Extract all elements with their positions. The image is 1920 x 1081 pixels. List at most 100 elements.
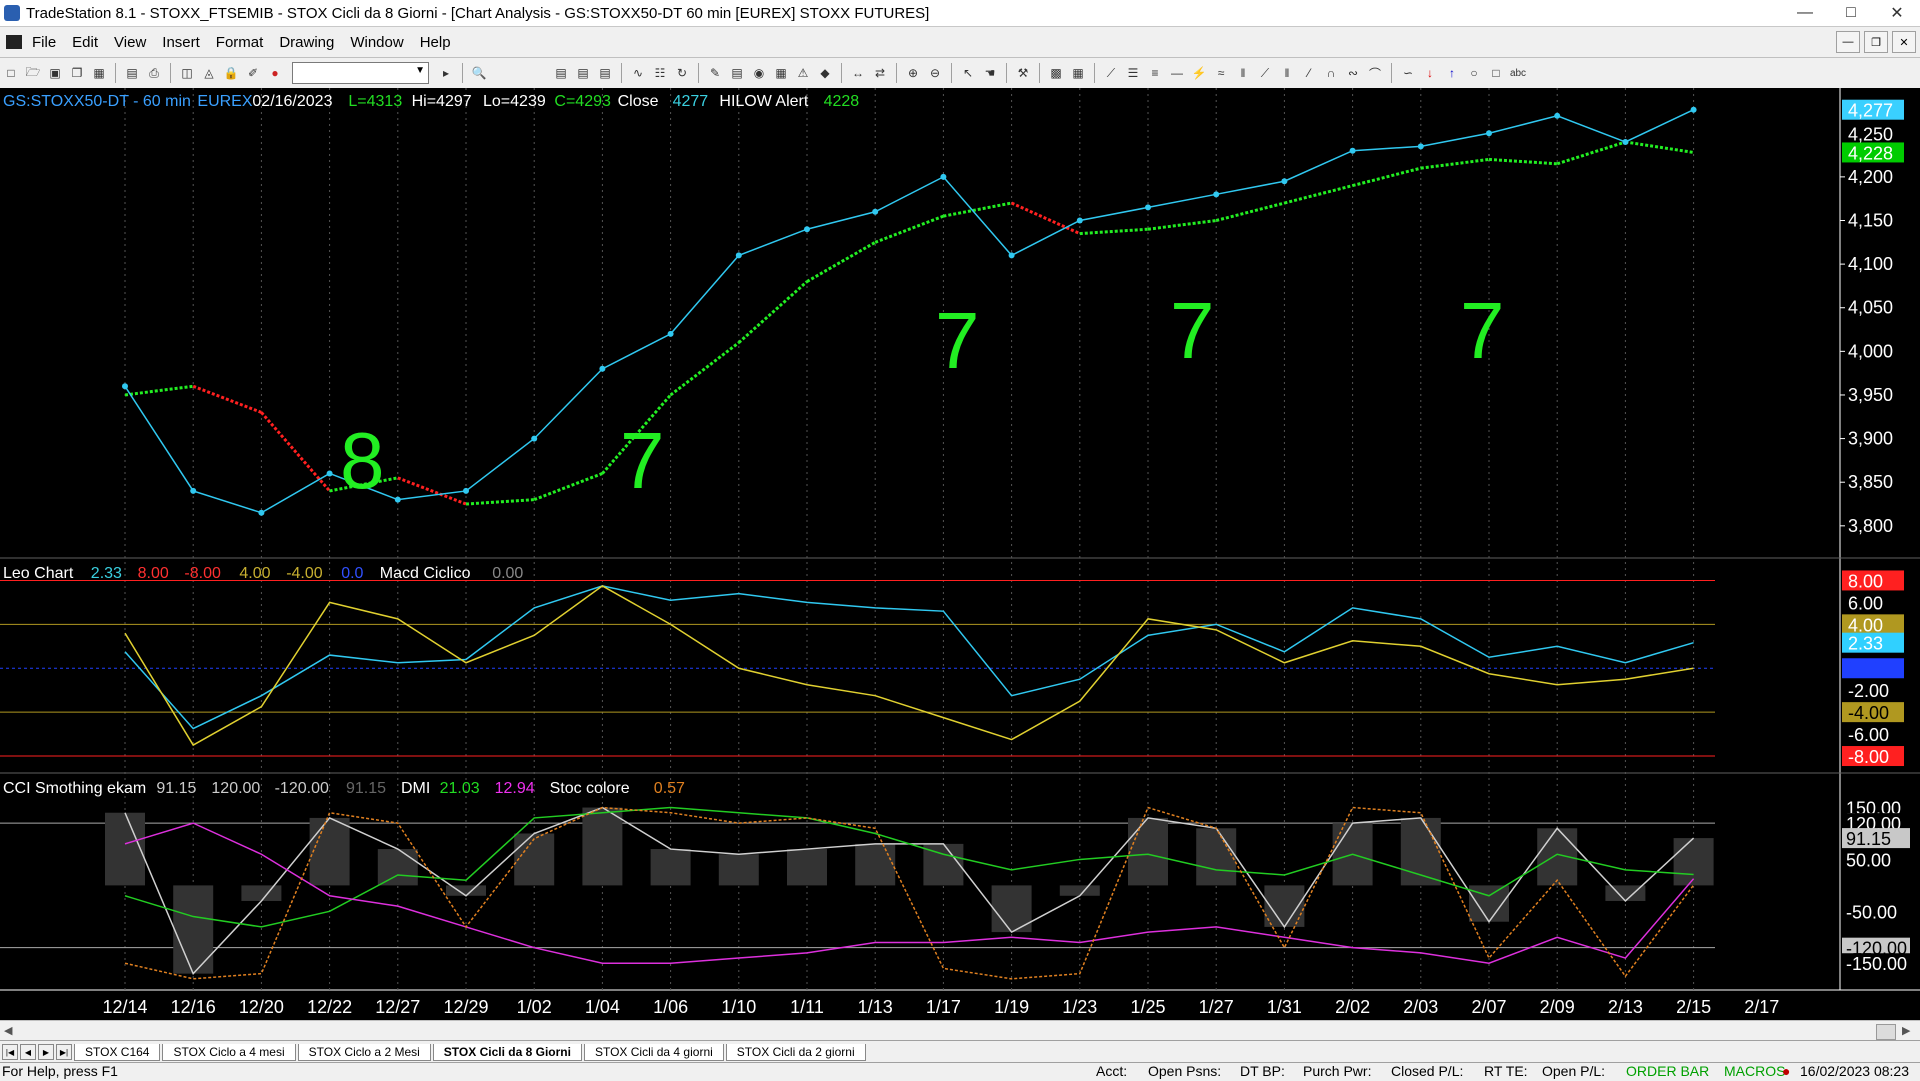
- workspace-icon[interactable]: ▩: [1047, 64, 1065, 82]
- tab-stox-ciclo-2-mesi[interactable]: STOX Ciclo a 2 Mesi: [297, 1043, 431, 1061]
- symbol-combo[interactable]: [292, 62, 429, 84]
- ellipse-icon[interactable]: ○: [1465, 64, 1483, 82]
- tab-stox-c164[interactable]: STOX C164: [74, 1043, 161, 1061]
- price-close-point: [326, 470, 333, 477]
- pointer-icon[interactable]: ↖: [959, 64, 977, 82]
- toolbar-separator: [170, 63, 171, 83]
- horizontal-line-icon[interactable]: —: [1168, 64, 1186, 82]
- menu-insert[interactable]: Insert: [154, 34, 208, 51]
- save-icon[interactable]: ▦: [90, 64, 108, 82]
- status-order-bar[interactable]: ORDER BAR: [1626, 1063, 1709, 1079]
- mdi-restore-button[interactable]: ❐: [1864, 31, 1888, 53]
- regression-icon[interactable]: ≈: [1212, 64, 1230, 82]
- text-icon[interactable]: abc: [1509, 64, 1527, 82]
- chart-style-bar-icon[interactable]: ▤: [552, 64, 570, 82]
- mdi-minimize-button[interactable]: —: [1836, 31, 1860, 53]
- maximize-button[interactable]: □: [1828, 0, 1874, 26]
- tab-prev-icon[interactable]: ◀: [20, 1044, 36, 1060]
- tab-last-icon[interactable]: ▶|: [56, 1044, 72, 1060]
- window-tile-icon[interactable]: ◫: [178, 64, 196, 82]
- chart-area[interactable]: 4,200 4,150 4,100 4,050 4,000 3,950 3,900 3,850…: [0, 88, 1920, 1020]
- strategy-icon[interactable]: ☷: [651, 64, 669, 82]
- menu-file[interactable]: File: [24, 34, 64, 51]
- cycle-lines-icon[interactable]: ∩: [1322, 64, 1340, 82]
- copy-icon[interactable]: ❐: [68, 64, 86, 82]
- tab-first-icon[interactable]: |◀: [2, 1044, 18, 1060]
- freehand-icon[interactable]: ∾: [1344, 64, 1362, 82]
- cursor-data-icon[interactable]: ☚: [981, 64, 999, 82]
- new-icon[interactable]: □: [2, 64, 20, 82]
- zoom-in-icon[interactable]: ⊕: [904, 64, 922, 82]
- chart-style-candle-icon[interactable]: ▤: [574, 64, 592, 82]
- arc-icon[interactable]: ⌒: [1366, 64, 1384, 82]
- gann-icon[interactable]: ☰: [1124, 64, 1142, 82]
- andrews-pitchfork-icon[interactable]: ⚡: [1190, 64, 1208, 82]
- fib-time-icon[interactable]: ‖: [1278, 64, 1296, 82]
- cci-header-item: -120.00: [275, 780, 329, 797]
- paint-icon[interactable]: ✐: [244, 64, 262, 82]
- zoom-out-icon[interactable]: ⊖: [926, 64, 944, 82]
- rectangle-icon[interactable]: □: [1487, 64, 1505, 82]
- alert-icon[interactable]: ⚠: [794, 64, 812, 82]
- menu-format[interactable]: Format: [208, 34, 272, 51]
- open-icon[interactable]: 🗁: [24, 64, 42, 82]
- tab-stox-cicli-2-giorni[interactable]: STOX Cicli da 2 giorni: [725, 1043, 866, 1061]
- trendline-icon[interactable]: ⟋: [1102, 64, 1120, 82]
- curve-icon[interactable]: ∽: [1399, 64, 1417, 82]
- tab-next-icon[interactable]: ▶: [38, 1044, 54, 1060]
- new-workspace-icon[interactable]: ▣: [46, 64, 64, 82]
- channel-icon[interactable]: ‖: [1234, 64, 1252, 82]
- toolbar-separator: [1039, 63, 1040, 83]
- speed-line-icon[interactable]: ⟋: [1256, 64, 1274, 82]
- menu-edit[interactable]: Edit: [64, 34, 106, 51]
- osc-axis-label: -8.00: [1848, 747, 1889, 767]
- print-icon[interactable]: ⎙: [145, 64, 163, 82]
- price-close-point: [667, 330, 674, 337]
- scroll-right-icon[interactable]: ▶: [1902, 1024, 1910, 1037]
- parallel-lines-icon[interactable]: ⁄: [1300, 64, 1318, 82]
- refresh-icon[interactable]: ↻: [673, 64, 691, 82]
- status-macros[interactable]: MACROS: [1724, 1063, 1785, 1079]
- print-preview-icon[interactable]: ▤: [123, 64, 141, 82]
- tools-icon[interactable]: ⚒: [1014, 64, 1032, 82]
- option-icon[interactable]: ◆: [816, 64, 834, 82]
- format-icon[interactable]: ✎: [706, 64, 724, 82]
- scroll-thumb[interactable]: [1876, 1024, 1896, 1040]
- tab-stox-cicli-8-giorni[interactable]: STOX Cicli da 8 Giorni: [432, 1043, 582, 1061]
- hilow-alert-segment: [1625, 140, 1694, 154]
- menu-view[interactable]: View: [106, 34, 154, 51]
- chart-style-line-icon[interactable]: ▤: [596, 64, 614, 82]
- status-datetime: 16/02/2023 08:23: [1800, 1063, 1909, 1079]
- status-open-pl: Open P/L:: [1542, 1063, 1606, 1079]
- chart-window-icon[interactable]: [6, 35, 22, 49]
- globe-icon[interactable]: ●: [266, 64, 284, 82]
- data-window-icon[interactable]: ▤: [728, 64, 746, 82]
- scroll-left-icon[interactable]: ◀: [4, 1024, 12, 1037]
- radar-icon[interactable]: ◉: [750, 64, 768, 82]
- toolbar-separator: [896, 63, 897, 83]
- find-icon[interactable]: 🔍: [470, 64, 488, 82]
- up-arrow-icon[interactable]: ↑: [1443, 64, 1461, 82]
- close-button[interactable]: ✕: [1874, 0, 1920, 26]
- zoom-width-icon[interactable]: ↔: [849, 64, 867, 82]
- price-close-point: [122, 383, 128, 390]
- down-arrow-icon[interactable]: ↓: [1421, 64, 1439, 82]
- lock-icon[interactable]: 🔒: [222, 64, 240, 82]
- menu-window[interactable]: Window: [342, 34, 411, 51]
- menu-help[interactable]: Help: [412, 34, 459, 51]
- zoom-compress-icon[interactable]: ⇄: [871, 64, 889, 82]
- window-cascade-icon[interactable]: ◬: [200, 64, 218, 82]
- fibonacci-icon[interactable]: ≡: [1146, 64, 1164, 82]
- mdi-close-button[interactable]: ✕: [1892, 31, 1916, 53]
- minimize-button[interactable]: —: [1782, 0, 1828, 26]
- tab-stox-ciclo-4-mesi[interactable]: STOX Ciclo a 4 mesi: [162, 1043, 296, 1061]
- matrix-icon[interactable]: ▦: [772, 64, 790, 82]
- go-arrow-icon[interactable]: ▸: [437, 64, 455, 82]
- toolbar-separator: [462, 63, 463, 83]
- grid-icon[interactable]: ▦: [1069, 64, 1087, 82]
- horizontal-scrollbar[interactable]: ◀ ▶: [0, 1020, 1920, 1041]
- tab-stox-cicli-4-giorni[interactable]: STOX Cicli da 4 giorni: [583, 1043, 724, 1061]
- chart-svg[interactable]: 4,200 4,150 4,100 4,050 4,000 3,950 3,900 3,850…: [0, 88, 1920, 1020]
- indicator-icon[interactable]: ∿: [629, 64, 647, 82]
- menu-drawing[interactable]: Drawing: [271, 34, 342, 51]
